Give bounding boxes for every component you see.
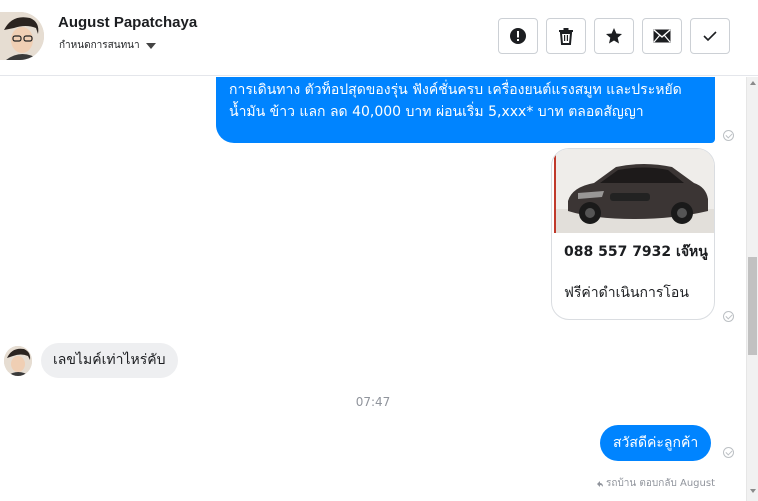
scroll-up-arrow-icon[interactable] xyxy=(750,81,756,85)
card-phone-text: 088 557 7932 เจ๊หนู xyxy=(564,244,708,260)
done-button[interactable] xyxy=(690,18,730,54)
reply-attribution-text: รถบ้าน ตอบกลับ August xyxy=(606,478,715,489)
contact-name[interactable]: August Papatchaya xyxy=(58,14,197,31)
car-listing-card[interactable]: 088 557 7932 เจ๊หนู ฟรีค่าดำเนินการโอน xyxy=(551,148,715,320)
conversation-schedule-dropdown[interactable]: กำหนดการสนทนา xyxy=(59,38,156,53)
caret-down-icon xyxy=(145,43,156,49)
trash-icon xyxy=(559,28,573,45)
conversation-header: August Papatchaya กำหนดการสนทนา xyxy=(0,0,758,76)
seen-check-icon xyxy=(723,447,734,458)
contact-avatar[interactable] xyxy=(0,12,44,60)
sender-avatar[interactable] xyxy=(4,346,32,376)
card-description: ฟรีค่าดำเนินการโอน xyxy=(564,285,689,301)
outgoing-message[interactable]: การเดินทาง ตัวท็อปสุดของรุ่น ฟังค์ชั่นคร… xyxy=(216,77,715,143)
seen-check-icon xyxy=(723,311,734,322)
alert-icon xyxy=(510,28,526,44)
seen-check-icon xyxy=(723,130,734,141)
outgoing-message[interactable]: สวัสดีค่ะลูกค้า xyxy=(600,425,712,461)
delete-button[interactable] xyxy=(546,18,586,54)
envelope-icon xyxy=(653,29,671,43)
check-icon xyxy=(703,31,717,42)
outgoing-message-text: การเดินทาง ตัวท็อปสุดของรุ่น ฟังค์ชั่นคร… xyxy=(229,82,682,120)
message-thread[interactable]: การเดินทาง ตัวท็อปสุดของรุ่น ฟังค์ชั่นคร… xyxy=(0,77,746,501)
conversation-toolbar xyxy=(498,18,730,54)
report-button[interactable] xyxy=(498,18,538,54)
incoming-message[interactable]: เลขไมค์เท่าไหร่คับ xyxy=(41,343,178,378)
reply-attribution: รถบ้าน ตอบกลับ August xyxy=(596,476,715,491)
car-photo xyxy=(554,149,714,233)
message-timestamp: 07:47 xyxy=(355,395,391,409)
scroll-thumb[interactable] xyxy=(748,257,757,355)
conversation-schedule-label: กำหนดการสนทนา xyxy=(59,40,140,51)
scroll-down-arrow-icon[interactable] xyxy=(750,489,756,493)
mark-unread-button[interactable] xyxy=(642,18,682,54)
star-button[interactable] xyxy=(594,18,634,54)
star-icon xyxy=(606,28,622,44)
reply-arrow-icon xyxy=(597,480,604,487)
scrollbar[interactable] xyxy=(746,77,758,501)
